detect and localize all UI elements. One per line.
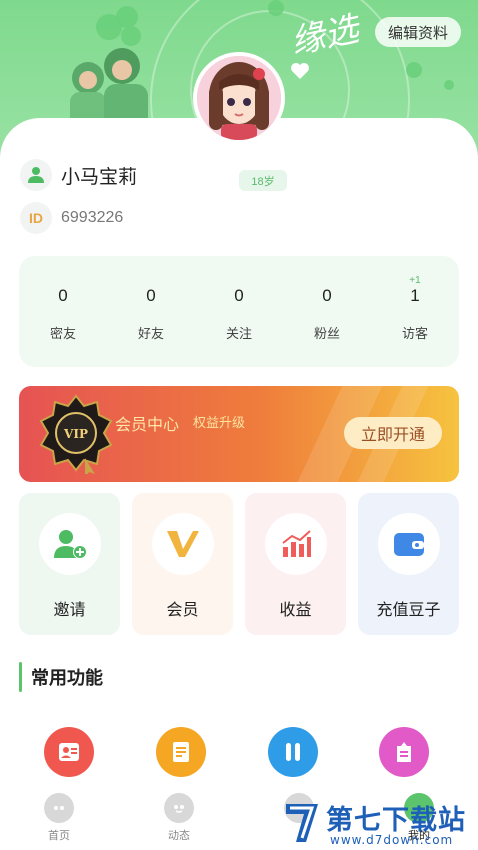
tile-recharge[interactable]: 充值豆子 <box>358 493 459 635</box>
tools-icon[interactable] <box>268 727 318 777</box>
stat-label: 密友 <box>49 326 76 341</box>
tile-label: 邀请 <box>53 602 86 619</box>
home-icon <box>44 793 74 823</box>
chart-icon <box>264 513 327 575</box>
badge-icon[interactable] <box>379 727 429 777</box>
edit-profile-button[interactable]: 编辑资料 <box>375 17 461 47</box>
site-watermark: 第七下载站 www.d7down.com <box>284 798 478 850</box>
stat-label: 好友 <box>137 326 164 341</box>
stat-friends[interactable]: 0 好友 <box>107 256 195 367</box>
watermark-logo-icon <box>286 804 318 842</box>
tab-label: 首页 <box>48 830 70 842</box>
watermark-title: 第七下载站 <box>326 805 466 836</box>
document-icon[interactable] <box>156 727 206 777</box>
vip-v-icon <box>151 513 214 575</box>
heart-icon <box>291 63 309 79</box>
couple-illustration <box>70 48 148 130</box>
stat-value: 0 <box>234 286 244 305</box>
balloon-decor <box>406 62 422 78</box>
id-row: ID 6993226 <box>20 201 123 235</box>
id-card-icon[interactable] <box>44 727 94 777</box>
tile-invite[interactable]: 邀请 <box>19 493 120 635</box>
function-grid <box>0 727 478 777</box>
visitor-delta: +1 <box>409 275 421 286</box>
age-badge: 18岁 <box>239 170 287 191</box>
open-vip-button[interactable]: 立即开通 <box>344 417 442 449</box>
watermark-url: www.d7down.com <box>330 833 454 847</box>
stat-value: 0 <box>58 286 68 305</box>
wallet-icon <box>377 513 440 575</box>
stat-visitors[interactable]: +1 1 访客 <box>371 256 459 367</box>
balloon-decor <box>444 80 454 90</box>
tab-label: 动态 <box>168 830 190 842</box>
tab-home[interactable]: 首页 <box>24 793 94 843</box>
stat-value: 1 <box>410 286 420 305</box>
tile-membership[interactable]: 会员 <box>132 493 233 635</box>
stat-label: 关注 <box>225 326 252 341</box>
user-id: 6993226 <box>61 209 124 226</box>
balloon-decor <box>116 6 138 28</box>
id-icon: ID <box>20 202 52 234</box>
tab-moments[interactable]: 动态 <box>144 793 214 843</box>
section-accent-bar <box>19 662 22 692</box>
stat-label: 粉丝 <box>313 326 340 341</box>
avatar-image <box>197 56 281 140</box>
vip-banner[interactable]: VIP 会员中心 权益升级 立即开通 <box>19 386 459 482</box>
stat-label: 访客 <box>401 326 428 341</box>
stat-following[interactable]: 0 关注 <box>195 256 283 367</box>
add-user-icon <box>38 513 101 575</box>
balloon-decor <box>268 0 284 16</box>
stats-panel: 0 密友 0 好友 0 关注 0 粉丝 +1 1 访客 <box>19 256 459 367</box>
stat-value: 0 <box>322 286 332 305</box>
section-title: 常用功能 <box>31 668 103 688</box>
moments-icon <box>164 793 194 823</box>
tile-label: 收益 <box>279 602 312 619</box>
vip-medal-icon: VIP <box>39 394 113 474</box>
name-row: 小马宝莉 <box>20 158 137 192</box>
vip-subtitle: 权益升级 <box>193 415 246 430</box>
tile-label: 会员 <box>166 602 199 619</box>
section-common-functions: 常用功能 <box>19 662 103 692</box>
feature-tiles: 邀请 会员 收益 充值豆子 <box>19 493 459 635</box>
user-icon <box>20 159 52 191</box>
vip-medal-text: VIP <box>63 427 88 441</box>
stat-close-friends[interactable]: 0 密友 <box>19 256 107 367</box>
tile-earnings[interactable]: 收益 <box>245 493 346 635</box>
vip-title: 会员中心 <box>115 417 180 434</box>
stat-value: 0 <box>146 286 156 305</box>
stat-fans[interactable]: 0 粉丝 <box>283 256 371 367</box>
tile-label: 充值豆子 <box>376 602 441 619</box>
avatar[interactable] <box>193 52 285 144</box>
user-name: 小马宝莉 <box>61 166 138 188</box>
